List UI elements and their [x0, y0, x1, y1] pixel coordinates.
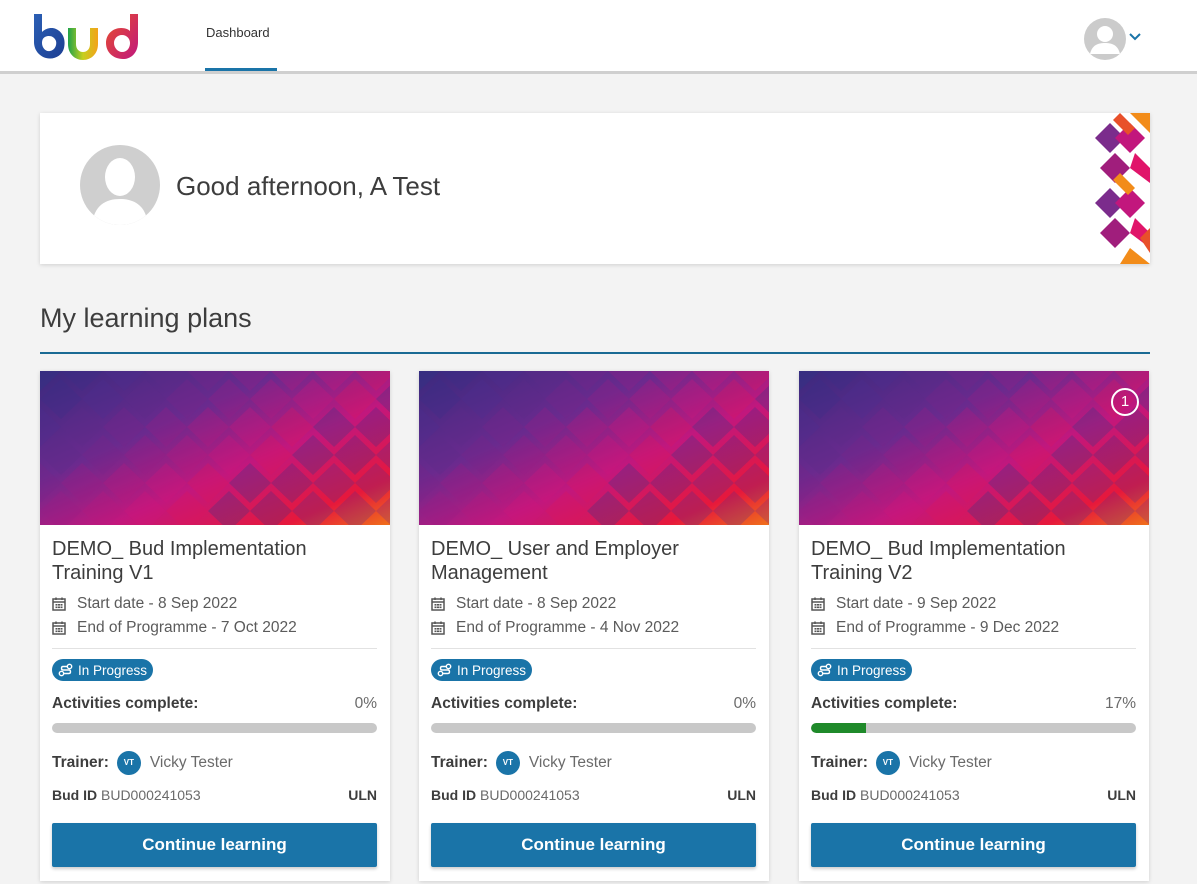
bud-logo[interactable]: [30, 10, 142, 62]
card-banner: [40, 371, 390, 525]
avatar: [80, 145, 160, 225]
bud-id-value: BUD000241053: [101, 787, 201, 803]
activities-label: Activities complete:: [52, 695, 199, 712]
card-banner: 1: [799, 371, 1149, 525]
status-text: In Progress: [457, 662, 527, 678]
banner-pattern: [799, 371, 1149, 525]
section-divider: [40, 352, 1150, 354]
bud-id-label: Bud ID: [431, 787, 480, 803]
learning-plan-card[interactable]: DEMO_ User and Employer Management Start…: [419, 371, 769, 881]
start-date: Start date - 8 Sep 2022: [77, 595, 238, 612]
card-divider: [52, 648, 377, 649]
calendar-icon: [811, 621, 825, 635]
calendar-icon: [811, 597, 825, 611]
greeting-text: Good afternoon, A Test: [176, 171, 441, 201]
tab-dashboard-label: Dashboard: [206, 25, 270, 40]
bud-id-value: BUD000241053: [480, 787, 580, 803]
trainer-label: Trainer:: [811, 754, 868, 771]
calendar-icon: [52, 621, 66, 635]
user-menu[interactable]: [1084, 18, 1144, 60]
calendar-icon: [431, 621, 445, 635]
tab-dashboard[interactable]: Dashboard: [205, 0, 277, 71]
card-title[interactable]: DEMO_ User and Employer Management: [431, 537, 757, 585]
trainer-avatar: VT: [495, 751, 520, 775]
calendar-icon: [52, 597, 66, 611]
end-date: End of Programme - 7 Oct 2022: [77, 619, 297, 636]
card-banner: [419, 371, 769, 525]
end-date: End of Programme - 4 Nov 2022: [456, 619, 680, 636]
trainer-label: Trainer:: [431, 754, 488, 771]
status-text: In Progress: [837, 662, 907, 678]
card-divider: [431, 648, 756, 649]
bud-id-value: BUD000241053: [860, 787, 960, 803]
trainer-avatar: VT: [875, 751, 900, 775]
status-text: In Progress: [78, 662, 148, 678]
activities-label: Activities complete:: [811, 695, 958, 712]
trainer-name: Vicky Tester: [149, 754, 233, 771]
trainer-avatar: VT: [116, 751, 141, 775]
activities-percent: 0%: [733, 695, 756, 712]
uln-label: ULN: [348, 787, 377, 803]
progress-bar: [431, 723, 756, 733]
banner-pattern: [40, 371, 390, 525]
route-icon: [437, 663, 452, 677]
bud-id-row: Bud ID BUD000241053: [811, 787, 960, 803]
progress-bar: [811, 723, 1136, 733]
bud-id-label: Bud ID: [52, 787, 101, 803]
activities-percent: 0%: [354, 695, 377, 712]
bud-id-label: Bud ID: [811, 787, 860, 803]
chevron-down-icon[interactable]: [1128, 32, 1142, 42]
route-icon: [817, 663, 832, 677]
trainer-label: Trainer:: [52, 754, 109, 771]
top-nav-bar: Dashboard: [0, 0, 1197, 74]
decorative-pattern: [1095, 113, 1150, 264]
status-badge: In Progress: [52, 659, 154, 681]
progress-bar: [52, 723, 377, 733]
section-title: My learning plans: [40, 303, 252, 333]
card-title[interactable]: DEMO_ Bud Implementation Training V1: [52, 537, 378, 585]
trainer-row: Trainer: VT Vicky Tester: [52, 751, 233, 775]
activities-label: Activities complete:: [431, 695, 578, 712]
card-title[interactable]: DEMO_ Bud Implementation Training V2: [811, 537, 1137, 585]
calendar-icon: [431, 597, 445, 611]
trainer-name: Vicky Tester: [528, 754, 612, 771]
end-date: End of Programme - 9 Dec 2022: [836, 619, 1060, 636]
route-icon: [58, 663, 73, 677]
continue-learning-button[interactable]: Continue learning: [431, 823, 756, 867]
bud-id-row: Bud ID BUD000241053: [431, 787, 580, 803]
trainer-name: Vicky Tester: [908, 754, 992, 771]
start-date: Start date - 8 Sep 2022: [456, 595, 617, 612]
user-silhouette-icon: [1090, 26, 1120, 54]
banner-pattern: [419, 371, 769, 525]
continue-learning-button[interactable]: Continue learning: [811, 823, 1136, 867]
status-badge: In Progress: [431, 659, 533, 681]
start-date: Start date - 9 Sep 2022: [836, 595, 997, 612]
trainer-row: Trainer: VT Vicky Tester: [431, 751, 612, 775]
user-silhouette-icon: [92, 158, 148, 225]
activities-percent: 17%: [1104, 695, 1136, 712]
uln-label: ULN: [1107, 787, 1136, 803]
trainer-row: Trainer: VT Vicky Tester: [811, 751, 992, 775]
card-divider: [811, 648, 1136, 649]
greeting-card: Good afternoon, A Test: [40, 113, 1150, 264]
notification-badge[interactable]: 1: [1111, 388, 1139, 416]
progress-fill: [811, 723, 867, 733]
uln-label: ULN: [727, 787, 756, 803]
learning-plan-card[interactable]: 1 DEMO_ Bud Implementation Training V2 S…: [799, 371, 1149, 881]
avatar[interactable]: [1084, 18, 1126, 60]
bud-id-row: Bud ID BUD000241053: [52, 787, 201, 803]
status-badge: In Progress: [811, 659, 913, 681]
learning-plan-card[interactable]: DEMO_ Bud Implementation Training V1 Sta…: [40, 371, 390, 881]
continue-learning-button[interactable]: Continue learning: [52, 823, 377, 867]
